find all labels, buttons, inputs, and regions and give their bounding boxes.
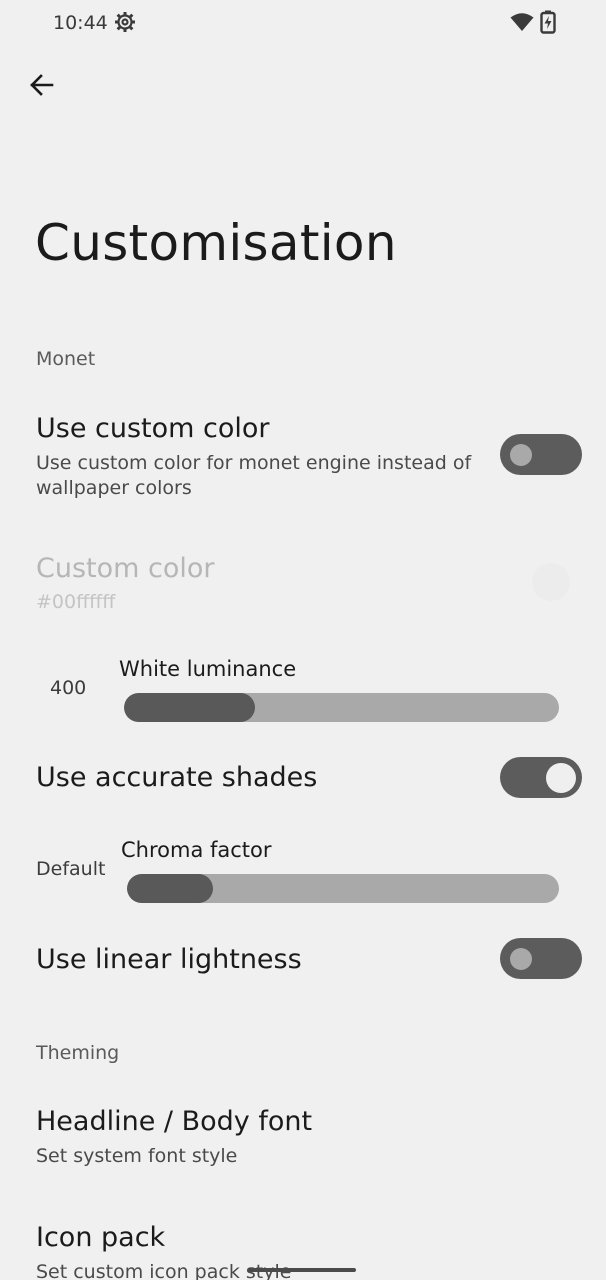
- slider-fill: [127, 874, 214, 903]
- use-linear-lightness-title: Use linear lightness: [36, 944, 302, 975]
- headline-body-font-row[interactable]: Headline / Body font Set system font sty…: [0, 1098, 606, 1178]
- use-accurate-shades-title: Use accurate shades: [36, 762, 318, 793]
- chroma-factor-label: Chroma factor: [121, 838, 272, 862]
- settings-gear-icon: [114, 11, 136, 33]
- headline-body-font-summary: Set system font style: [36, 1145, 238, 1167]
- gesture-nav-handle[interactable]: [248, 1268, 356, 1272]
- white-luminance-label: White luminance: [119, 657, 297, 681]
- white-luminance-slider[interactable]: [124, 693, 559, 722]
- custom-color-value: #00ffffff: [36, 591, 116, 613]
- section-header-monet: Monet: [36, 348, 96, 370]
- chroma-factor-value: Default: [36, 858, 106, 880]
- use-linear-lightness-row[interactable]: Use linear lightness: [0, 930, 606, 990]
- slider-fill: [124, 693, 255, 722]
- section-header-theming: Theming: [36, 1042, 120, 1064]
- switch-thumb: [510, 444, 532, 466]
- switch-thumb: [510, 948, 532, 970]
- headline-body-font-title: Headline / Body font: [36, 1106, 313, 1137]
- use-custom-color-switch[interactable]: [500, 434, 582, 475]
- status-time: 10:44: [53, 12, 108, 34]
- icon-pack-title: Icon pack: [36, 1222, 166, 1253]
- arrow-back-icon: [28, 73, 54, 101]
- back-button[interactable]: [20, 66, 62, 108]
- white-luminance-value: 400: [50, 677, 87, 699]
- use-linear-lightness-switch[interactable]: [500, 938, 582, 979]
- use-accurate-shades-switch[interactable]: [500, 757, 582, 798]
- use-custom-color-summary: Use custom color for monet engine instea…: [36, 452, 472, 499]
- custom-color-row[interactable]: Custom color #00ffffff: [0, 546, 606, 622]
- page-title: Customisation: [35, 214, 397, 272]
- use-accurate-shades-row[interactable]: Use accurate shades: [0, 748, 606, 808]
- use-custom-color-row[interactable]: Use custom color Use custom color for mo…: [0, 404, 606, 504]
- custom-color-swatch[interactable]: [532, 563, 570, 601]
- battery-charging-icon: [540, 10, 556, 34]
- wifi-icon: [510, 12, 534, 32]
- custom-color-title: Custom color: [36, 553, 215, 584]
- switch-thumb: [546, 763, 576, 793]
- chroma-factor-slider[interactable]: [127, 874, 559, 903]
- use-custom-color-title: Use custom color: [36, 413, 270, 444]
